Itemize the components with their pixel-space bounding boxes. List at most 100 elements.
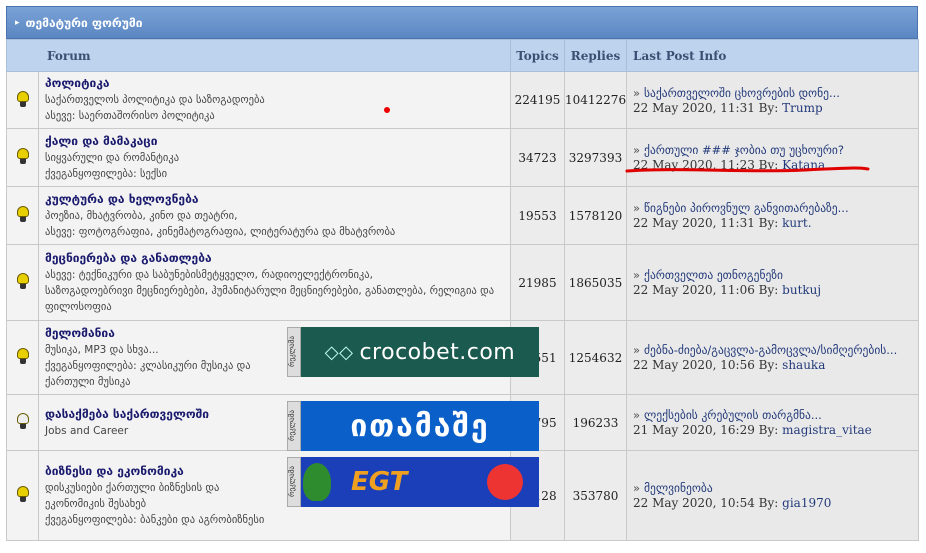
ad-side-label: რეკლამა [287,327,301,377]
topics-count: 34723 [510,128,565,187]
last-post-cell: » ლექსების კრებულის თარგმნა... 21 May 202… [626,394,919,451]
topics-count: 19553 [510,186,565,245]
forum-status-cell [6,244,39,321]
croco-logo-icon: ◇◇ [324,341,354,363]
forum-info-cell: ქალი და მამაკაცი სიყვარული და რომანტიკა … [38,128,511,187]
forum-description: ასევე: ტექნიკური და საბუნებისმეტყველო, რ… [45,268,373,281]
last-post-topic-link[interactable]: წიგნები პიროვნულ განვითარებაზე... [644,201,849,215]
ad-banner-text: EGT [351,467,408,497]
last-post-cell: » ძებნა-ძიება/გაცვლა-გამოცვლა/სიმღერების.… [626,320,919,395]
replies-count: 1578120 [564,186,627,245]
forum-description: მუსიკა, MP3 და სხვა... [45,343,159,356]
forum-title-link[interactable]: მელომანია [45,326,281,340]
forum-info-cell: დასაქმება საქართველოში Jobs and Career რ… [38,394,539,451]
forum-info-cell: კულტურა და ხელოვნება პოეზია, მხატვრობა, … [38,186,511,245]
last-post-line: » ლექსების კრებულის თარგმნა... [633,408,918,422]
forum-title-link[interactable]: დასაქმება საქართველოში [45,407,281,421]
last-post-author-link[interactable]: kurt. [782,216,811,230]
forum-title-link[interactable]: მეცნიერება და განათლება [45,251,504,265]
forum-info-cell: მელომანია მუსიკა, MP3 და სხვა... ქვეგანყ… [38,320,539,395]
last-post-arrow-icon: » [633,343,641,357]
replies-count: 10412276 [564,71,627,129]
last-post-cell: » წიგნები პიროვნულ განვითარებაზე... 22 Ma… [626,186,919,245]
last-post-meta: 22 May 2020, 11:06 By: butkuj [633,283,918,297]
bulb-on-icon [16,485,30,503]
last-post-topic-link[interactable]: მელვინეობა [644,481,713,495]
last-post-date: 22 May 2020, 11:31 By: [633,216,779,230]
column-replies: Replies [564,39,627,72]
last-post-author-link[interactable]: butkuj [782,283,821,297]
forum-category: ▸ თემატური ფორუმი Forum Topics Replies L… [6,6,919,541]
forum-row: კულტურა და ხელოვნება პოეზია, მხატვრობა, … [6,186,919,245]
forum-row: ბიზნესი და ეკონომიკა დისკუსიები ქართული … [6,450,919,541]
last-post-arrow-icon: » [633,85,641,100]
last-post-meta: 22 May 2020, 10:54 By: gia1970 [633,496,918,510]
forum-title-link[interactable]: პოლიტიკა [45,76,504,90]
forum-status-cell [6,71,39,129]
ad-banner-body[interactable]: EGT [301,457,539,507]
last-post-date: 22 May 2020, 10:54 By: [633,496,779,510]
forum-status-cell [6,394,39,451]
ad-banner-text: crocobet.com [359,339,516,365]
last-post-author-link[interactable]: magistra_vitae [782,423,872,437]
forum-subforums[interactable]: საზოგადოებრივი მეცნიერებები, ჰუმანიტარულ… [45,283,504,315]
bulb-on-icon [16,147,30,165]
forum-status-cell [6,186,39,245]
replies-count: 353780 [564,450,627,541]
ad-banner-body[interactable]: ითამაშე [301,401,539,451]
ad-banner-itamashe[interactable]: რეკლამა ითამაშე [287,401,539,451]
last-post-arrow-icon: » [633,481,641,495]
last-post-meta: 21 May 2020, 16:29 By: magistra_vitae [633,423,918,437]
replies-count: 196233 [564,394,627,451]
forum-table: Forum Topics Replies Last Post Info პოლი… [6,39,919,541]
forum-title-link[interactable]: ქალი და მამაკაცი [45,134,504,148]
last-post-meta: 22 May 2020, 11:31 By: kurt. [633,216,918,230]
last-post-line: » ძებნა-ძიება/გაცვლა-გამოცვლა/სიმღერების.… [633,343,918,357]
last-post-author-link[interactable]: gia1970 [782,496,831,510]
last-post-cell: » საქართველოში ცხოვრების დონე... 22 May 2… [626,71,919,129]
ad-banner-text: ითამაშე [350,408,490,444]
last-post-author-link[interactable]: shauka [782,358,825,372]
collapse-arrow-icon[interactable]: ▸ [15,18,20,28]
last-post-line: » მელვინეობა [633,481,918,495]
last-post-date: 22 May 2020, 10:56 By: [633,358,779,372]
forum-subforums[interactable]: ქვეგანყოფილება: სექსი [45,166,504,182]
forum-status-cell [6,128,39,187]
forum-status-cell [6,320,39,395]
replies-count: 3297393 [564,128,627,187]
last-post-cell: » მელვინეობა 22 May 2020, 10:54 By: gia19… [626,450,919,541]
last-post-cell: » ქართული ### ჯობია თუ უცხოური? 22 May 20… [626,128,919,187]
ad-banner-egt[interactable]: რეკლამა EGT [287,457,539,507]
category-title: თემატური ფორუმი [25,15,143,30]
table-header-row: Forum Topics Replies Last Post Info [6,39,919,72]
forum-row: დასაქმება საქართველოში Jobs and Career რ… [6,394,919,451]
ad-side-label: რეკლამა [287,457,301,507]
forum-info-cell: პოლიტიკა საქართველოს პოლიტიკა და საზოგად… [38,71,511,129]
last-post-date: 22 May 2020, 11:31 By: [633,100,779,115]
forum-description: საქართველოს პოლიტიკა და საზოგადოება [45,94,265,106]
ad-banner-croco[interactable]: რეკლამა ◇◇ crocobet.com [287,327,539,377]
last-post-meta: 22 May 2020, 11:31 By: Trump [633,101,918,115]
last-post-topic-link[interactable]: ძებნა-ძიება/გაცვლა-გამოცვლა/სიმღერების..… [644,343,897,357]
forum-subforums[interactable]: ასევე: ფოტოგრაფია, კინემატოგრაფია, ლიტერ… [45,224,504,240]
last-post-topic-link[interactable]: საქართველოში ცხოვრების დონე... [644,86,840,100]
ad-banner-body[interactable]: ◇◇ crocobet.com [301,327,539,377]
red-dot-mark [384,107,390,113]
forum-subforums[interactable]: ასევე: საერთაშორისო პოლიტიკა [45,108,504,124]
forum-title-link[interactable]: ბიზნესი და ეკონომიკა [45,464,281,478]
last-post-topic-link[interactable]: ლექსების კრებულის თარგმნა... [644,408,822,422]
forum-subforums[interactable]: ქვეგანყოფილება: კლასიკური მუსიკა და ქართ… [45,358,281,390]
forum-status-cell [6,450,39,541]
last-post-topic-link[interactable]: ქართული ### ჯობია თუ უცხოური? [644,143,844,157]
forum-info-cell: ბიზნესი და ეკონომიკა დისკუსიები ქართული … [38,450,539,541]
forum-subforums[interactable]: ქვეგანყოფილება: ბანკები და აგრობიზნესი [45,512,281,528]
bulb-on-icon [16,272,30,290]
topics-count: 224195 [510,71,565,129]
last-post-topic-link[interactable]: ქართველთა ეთნოგენეზი [644,268,783,282]
last-post-author-link[interactable]: Trump [782,101,823,115]
bulb-off-icon [16,412,30,430]
forum-title-link[interactable]: კულტურა და ხელოვნება [45,192,504,206]
last-post-line: » წიგნები პიროვნულ განვითარებაზე... [633,201,918,215]
last-post-arrow-icon: » [633,143,641,157]
category-header[interactable]: ▸ თემატური ფორუმი [6,6,918,39]
